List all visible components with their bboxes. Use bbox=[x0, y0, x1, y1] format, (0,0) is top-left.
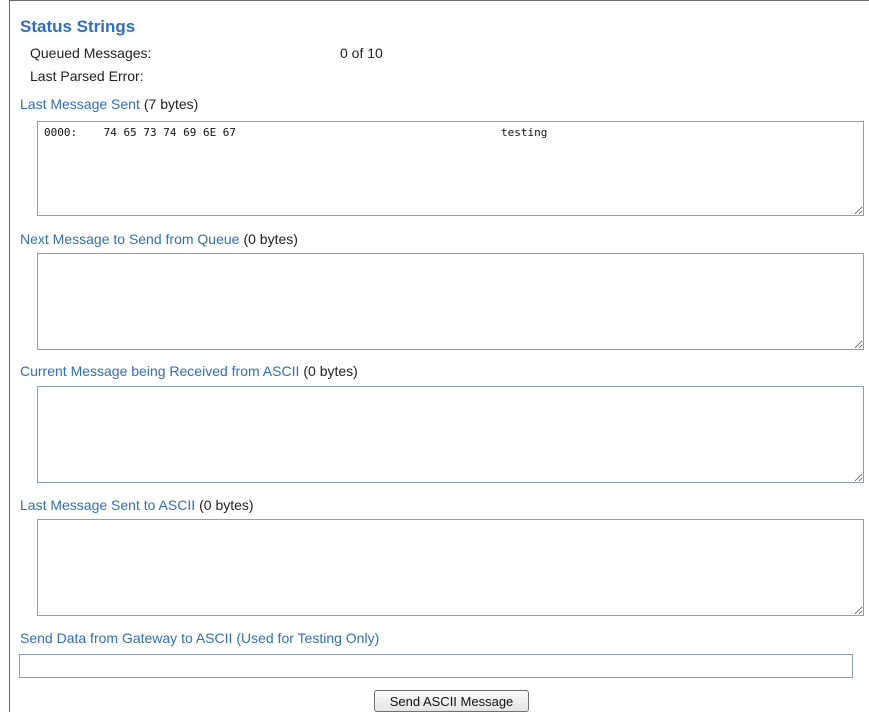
next-message-label: Next Message to Send from Queue (0 bytes) bbox=[20, 231, 298, 247]
queued-messages-value: 0 of 10 bbox=[340, 45, 383, 61]
last-parsed-error-label: Last Parsed Error: bbox=[30, 68, 144, 84]
next-message-title: Next Message to Send from Queue bbox=[20, 231, 240, 247]
next-message-textarea[interactable] bbox=[37, 253, 864, 350]
last-message-sent-label: Last Message Sent (7 bytes) bbox=[20, 96, 198, 112]
last-message-sent-bytes: (7 bytes) bbox=[143, 96, 199, 112]
last-message-ascii-textarea[interactable] bbox=[37, 519, 864, 616]
queued-messages-label: Queued Messages: bbox=[30, 45, 152, 61]
last-message-sent-textarea[interactable]: 0000: 74 65 73 74 69 6E 67 testing bbox=[37, 121, 864, 216]
current-message-label: Current Message being Received from ASCI… bbox=[20, 363, 358, 379]
send-data-input[interactable] bbox=[19, 654, 853, 678]
send-ascii-message-button[interactable]: Send ASCII Message bbox=[374, 690, 529, 712]
last-message-ascii-bytes: (0 bytes) bbox=[199, 497, 254, 513]
next-message-bytes: (0 bytes) bbox=[243, 231, 298, 247]
section-heading: Status Strings bbox=[20, 17, 136, 36]
current-message-title: Current Message being Received from ASCI… bbox=[20, 363, 300, 379]
last-message-ascii-title: Last Message Sent to ASCII bbox=[20, 497, 196, 513]
current-message-bytes: (0 bytes) bbox=[303, 363, 358, 379]
last-message-sent-title: Last Message Sent bbox=[20, 96, 140, 112]
current-message-textarea[interactable] bbox=[37, 386, 864, 483]
last-message-ascii-label: Last Message Sent to ASCII (0 bytes) bbox=[20, 497, 254, 513]
send-data-label: Send Data from Gateway to ASCII (Used fo… bbox=[20, 630, 380, 646]
